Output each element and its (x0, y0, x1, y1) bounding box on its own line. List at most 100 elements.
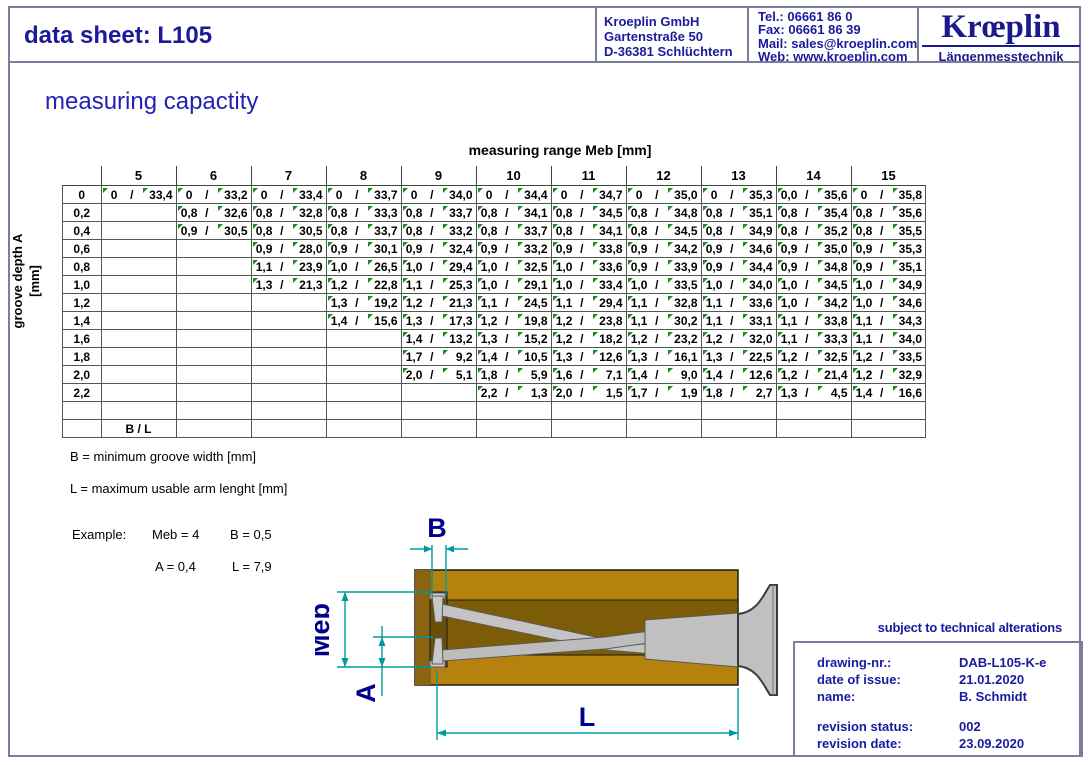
l-value: 33,8 (586, 241, 623, 257)
table-row: 00/33,40/33,20/33,40/33,70/34,00/34,40/3… (63, 186, 926, 204)
row-label: 0,8 (63, 258, 102, 276)
b-value: 1,3 (477, 331, 502, 347)
b-value: 1,4 (402, 331, 427, 347)
capacity-cell: 0,9/30,5 (176, 222, 251, 240)
b-value: 1,0 (852, 277, 877, 293)
b-value: 0,9 (177, 223, 202, 239)
capacity-cell: 0,9/35,1 (851, 258, 926, 276)
capacity-cell: 1,0/33,6 (551, 258, 626, 276)
capacity-cell: 1,3/12,6 (551, 348, 626, 366)
l-value: 32,8 (661, 295, 698, 311)
l-value: 23,8 (586, 313, 623, 329)
empty-cell (176, 240, 251, 258)
capacity-cell: 0,8/34,1 (551, 222, 626, 240)
capacity-cell: 1,3/16,1 (626, 348, 701, 366)
b-value: 0,8 (402, 205, 427, 221)
table-row: 0,40,9/30,50,8/30,50,8/33,70,8/33,20,8/3… (63, 222, 926, 240)
column-header: 10 (476, 166, 551, 186)
column-header: 12 (626, 166, 701, 186)
l-value: 28,0 (286, 241, 323, 257)
l-value: 15,6 (361, 313, 398, 329)
capacity-cell: 0,8/34,1 (476, 204, 551, 222)
l-value: 35,1 (736, 205, 773, 221)
b-value: 1,2 (852, 367, 877, 383)
b-value: 1,2 (327, 277, 352, 293)
b-value: 0,9 (777, 241, 802, 257)
b-value: 1,0 (477, 259, 502, 275)
capacity-cell: 1,2/32,0 (701, 330, 776, 348)
capacity-cell: 0,9/34,2 (626, 240, 701, 258)
empty-cell (176, 276, 251, 294)
l-value: 34,2 (661, 241, 698, 257)
b-value: 1,4 (702, 367, 727, 383)
row-label (63, 420, 102, 438)
example-meb: Meb = 4 (152, 527, 199, 542)
table-title: measuring range Meb [mm] (400, 142, 720, 158)
l-value: 21,3 (286, 277, 323, 293)
b-value: 1,0 (852, 295, 877, 311)
capacity-cell: 1,1/34,0 (851, 330, 926, 348)
l-value: 32,4 (436, 241, 473, 257)
l-value: 32,6 (211, 205, 248, 221)
capacity-cell: 0,8/30,5 (251, 222, 326, 240)
capacity-cell: 0/33,2 (176, 186, 251, 204)
capacity-cell: 0,9/33,2 (476, 240, 551, 258)
capacity-cell: 0,9/34,8 (776, 258, 851, 276)
measuring-capacity-table: 56789101112131415 00/33,40/33,20/33,40/3… (62, 166, 926, 438)
capacity-cell: 0,9/32,4 (401, 240, 476, 258)
b-value: 0,8 (552, 205, 577, 221)
l-value: 35,3 (736, 187, 773, 203)
l-value: 35,6 (811, 187, 848, 203)
b-value: 1,1 (402, 277, 427, 293)
logo-wordmark: Krœplin (922, 10, 1080, 44)
capacity-cell: 1,2/23,8 (551, 312, 626, 330)
b-value: 1,0 (402, 259, 427, 275)
capacity-cell: 1,0/34,9 (851, 276, 926, 294)
l-value: 7,1 (586, 367, 623, 383)
l-value: 23,9 (286, 259, 323, 275)
b-value: 1,2 (552, 331, 577, 347)
b-value: 0,9 (627, 259, 652, 275)
b-value: 0,9 (327, 241, 352, 257)
empty-cell (176, 294, 251, 312)
label-b: B (427, 513, 447, 543)
b-value: 0,8 (177, 205, 202, 221)
example-label: Example: (72, 527, 126, 542)
capacity-cell: 0,9/33,8 (551, 240, 626, 258)
b-value: 1,2 (777, 367, 802, 383)
l-value: 33,4 (286, 187, 323, 203)
example-a: A = 0,4 (155, 559, 196, 574)
l-value: 35,6 (885, 205, 922, 221)
l-value: 33,2 (511, 241, 548, 257)
capacity-cell: 1,1/33,8 (776, 312, 851, 330)
b-value: 0,8 (327, 205, 352, 221)
l-value: 33,3 (811, 331, 848, 347)
capacity-cell: 1,3/4,5 (776, 384, 851, 402)
row-label: 0,4 (63, 222, 102, 240)
column-header: 11 (551, 166, 626, 186)
capacity-cell: 1,1/23,9 (251, 258, 326, 276)
b-value: 1,4 (627, 367, 652, 383)
capacity-cell: 1,0/33,5 (626, 276, 701, 294)
b-value: 0,8 (252, 205, 277, 221)
capacity-cell: 0/34,7 (551, 186, 626, 204)
b-value: 1,1 (852, 331, 877, 347)
l-value: 33,8 (811, 313, 848, 329)
capacity-cell: 0,0/35,6 (776, 186, 851, 204)
l-value: 30,2 (661, 313, 698, 329)
capacity-cell: 1,0/34,2 (776, 294, 851, 312)
empty-cell (401, 402, 476, 420)
capacity-cell: 0/34,0 (401, 186, 476, 204)
empty-cell (176, 348, 251, 366)
capacity-cell: 0,8/33,3 (326, 204, 401, 222)
b-value: 0,8 (477, 205, 502, 221)
row-label: 1,6 (63, 330, 102, 348)
b-value: 1,1 (777, 313, 802, 329)
capacity-cell: 1,3/17,3 (401, 312, 476, 330)
empty-cell (701, 402, 776, 420)
capacity-cell: 1,2/21,4 (776, 366, 851, 384)
column-header: 8 (326, 166, 401, 186)
empty-cell (326, 330, 401, 348)
b-value: 0 (327, 187, 352, 203)
empty-cell (176, 312, 251, 330)
